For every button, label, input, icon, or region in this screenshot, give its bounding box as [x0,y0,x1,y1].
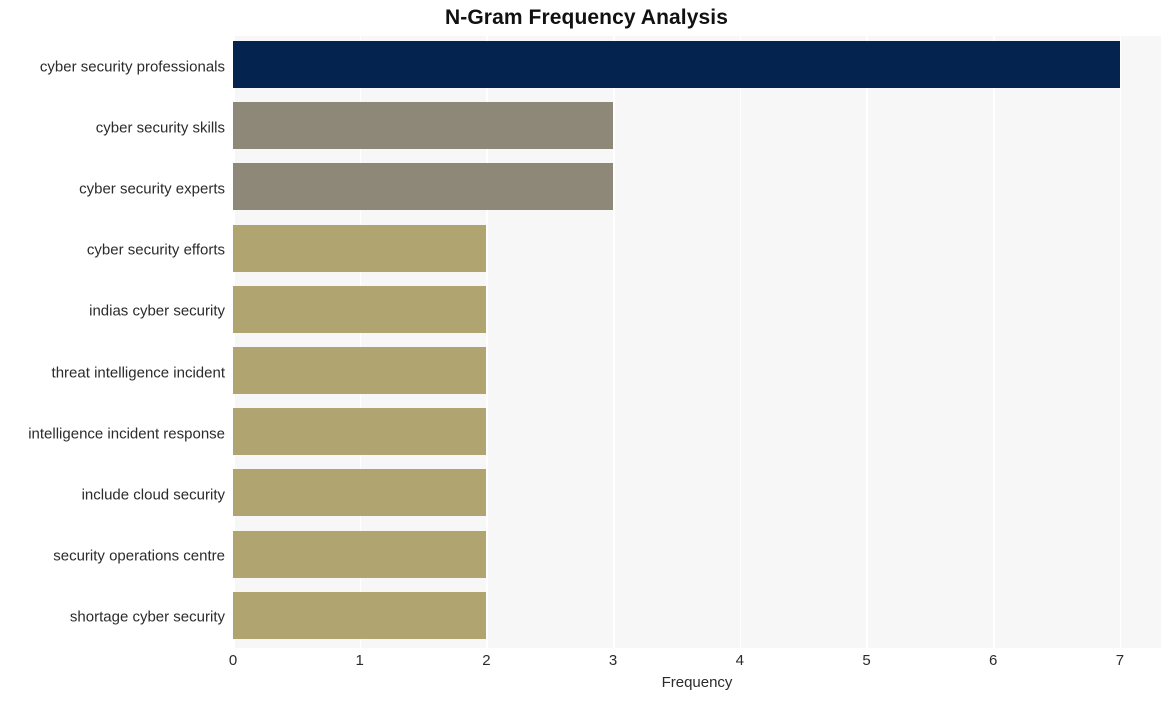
bar[interactable] [233,591,487,639]
bar-row [233,342,1161,403]
ngram-frequency-bar-chart: N-Gram Frequency Analysis cyber security… [0,0,1173,701]
x-axis-tick-labels: 0 1 2 3 4 5 6 7 [0,652,1173,674]
bar[interactable] [233,347,487,394]
x-axis-tick-label: 1 [355,652,364,669]
x-axis-tick-label: 0 [228,652,238,669]
bar-row [233,526,1161,587]
y-axis-tick-labels: cyber security professionals cyber securi… [0,36,225,648]
y-axis-tick-label: intelligence incident response [28,425,225,443]
bar-row [233,220,1161,281]
y-axis-tick-label: cyber security skills [95,119,225,137]
bar-row [233,587,1161,648]
bar[interactable] [233,163,614,211]
y-axis-tick-label: cyber security professionals [39,58,225,76]
bar-row [233,97,1161,158]
bar-row [233,36,1161,97]
bar[interactable] [233,41,1120,88]
bar[interactable] [233,285,487,333]
x-axis-tick-label: 2 [482,652,491,669]
y-axis-tick-label: indias cyber security [89,302,225,320]
x-axis-tick-label: 4 [735,652,744,669]
x-axis-tick-label: 7 [1115,652,1125,669]
x-axis-tick-label: 3 [608,652,618,669]
bar[interactable] [233,224,487,272]
bar-row [233,464,1161,525]
bar[interactable] [233,469,487,517]
y-axis-tick-label: shortage cyber security [69,608,225,626]
bar-row [233,158,1161,219]
chart-title: N-Gram Frequency Analysis [445,6,728,29]
y-axis-tick-label: include cloud security [81,486,225,504]
y-axis-tick-label: threat intelligence incident [51,364,225,382]
bar-row [233,281,1161,342]
y-axis-tick-label: cyber security efforts [86,241,225,259]
y-axis-tick-label: cyber security experts [79,180,225,198]
bar[interactable] [233,408,487,456]
x-axis-title: Frequency [661,674,733,691]
x-axis-tick-label: 6 [989,652,998,669]
bar[interactable] [233,530,487,578]
x-axis-tick-label: 5 [862,652,871,669]
y-axis-tick-label: security operations centre [53,547,225,565]
plot-area [233,36,1161,648]
bar[interactable] [233,102,614,150]
bar-row [233,403,1161,464]
